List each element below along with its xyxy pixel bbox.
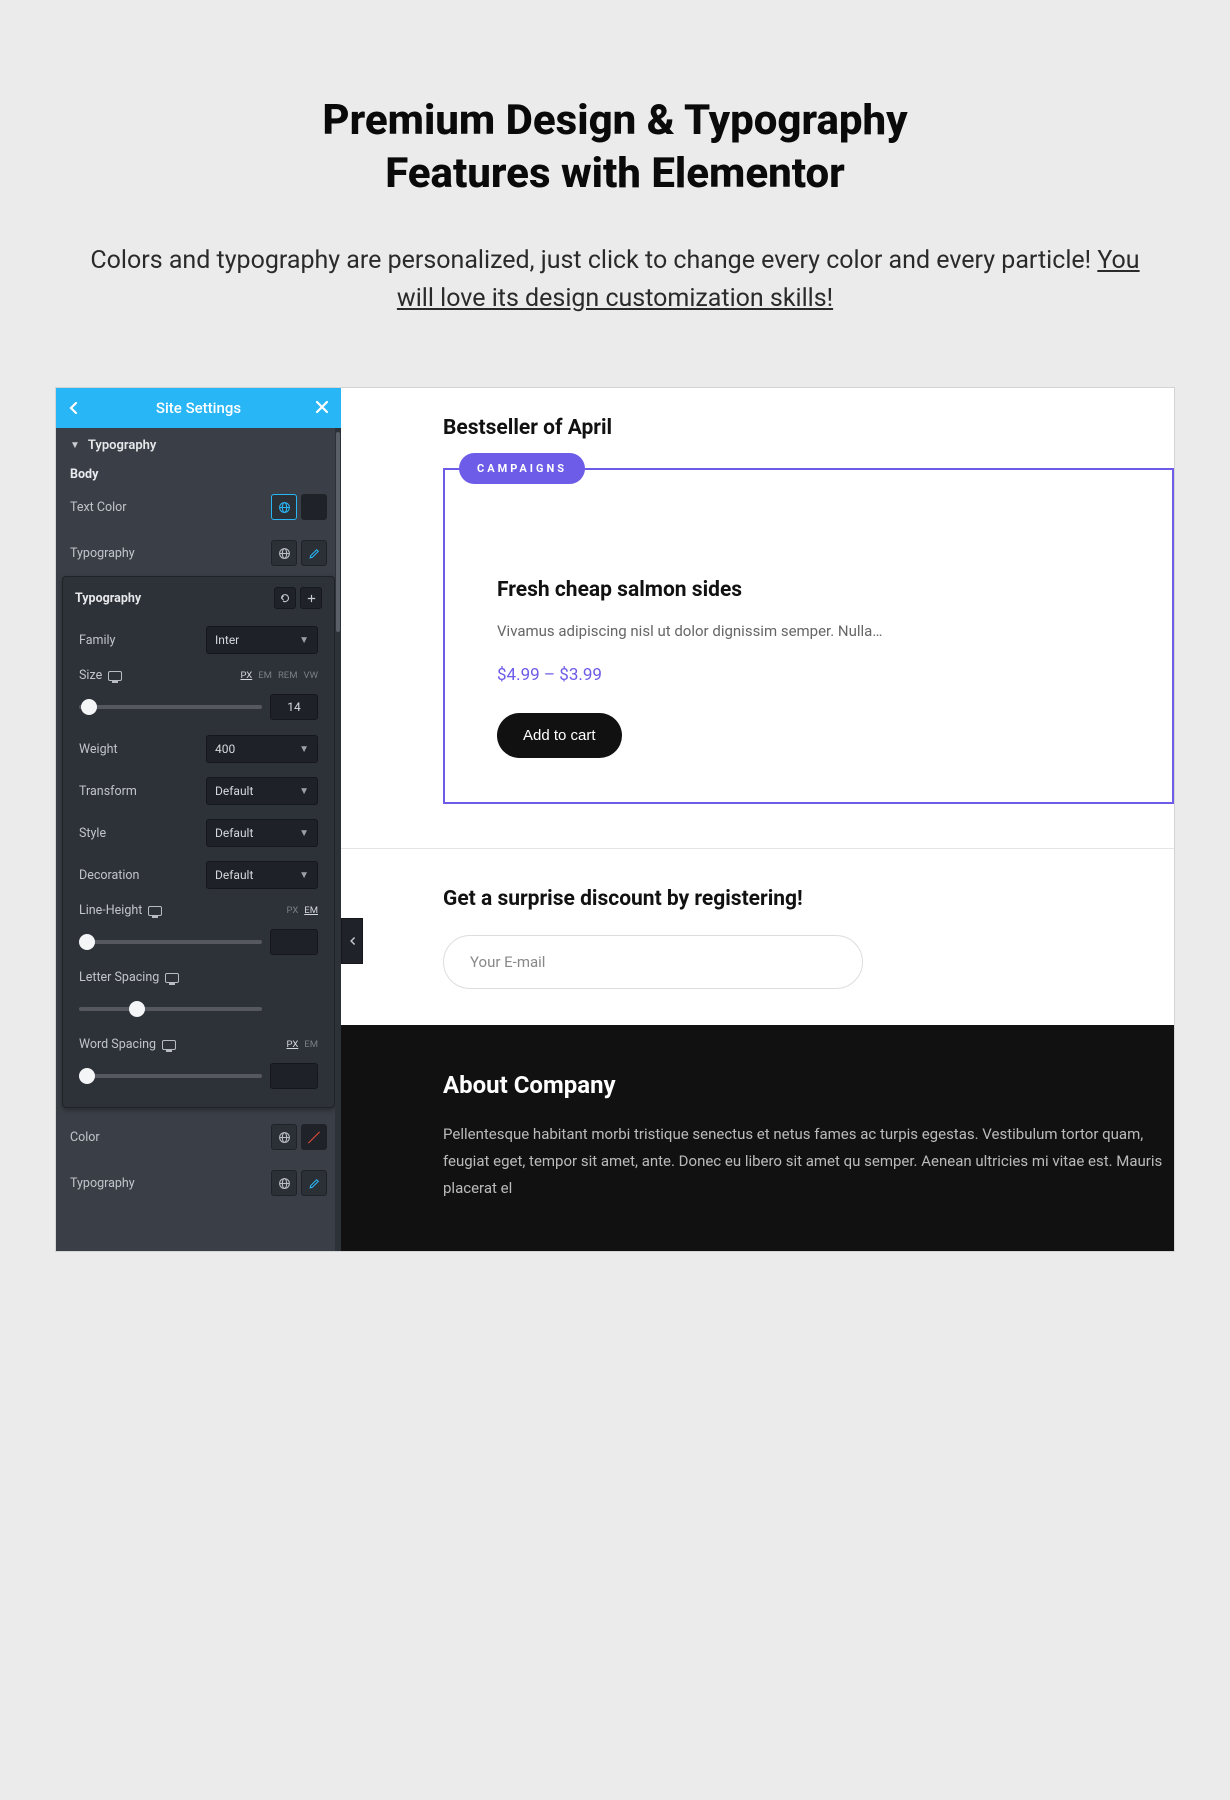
decoration-label: Decoration	[79, 868, 196, 883]
text-color-label: Text Color	[70, 500, 271, 515]
weight-label: Weight	[79, 742, 196, 757]
responsive-icon[interactable]	[165, 973, 179, 983]
email-input[interactable]: Your E-mail	[443, 935, 863, 989]
typography-popover: Typography Family Inter▼	[62, 576, 335, 1108]
hero-section: Premium Design & Typography Features wit…	[0, 0, 1230, 357]
responsive-icon[interactable]	[162, 1040, 176, 1050]
globe-icon	[278, 1177, 291, 1190]
panel-scrollbar[interactable]	[335, 428, 341, 1251]
word-spacing-label: Word Spacing	[79, 1037, 276, 1052]
section-typography-label: Typography	[88, 438, 157, 453]
newsletter-section: Get a surprise discount by registering! …	[443, 849, 1174, 989]
edit-typography-button[interactable]	[301, 540, 327, 566]
global-typography-button-2[interactable]	[271, 1170, 297, 1196]
section-typography-toggle[interactable]: ▼ Typography	[56, 428, 341, 463]
globe-icon	[278, 501, 291, 514]
pencil-icon	[308, 1177, 321, 1190]
size-label: Size	[79, 668, 230, 683]
line-height-slider[interactable]	[79, 940, 262, 944]
global-color-button[interactable]	[271, 494, 297, 520]
size-input[interactable]: 14	[270, 694, 318, 720]
chevron-left-icon	[349, 936, 356, 946]
campaigns-badge: CAMPAIGNS	[459, 453, 585, 484]
global-typography-button[interactable]	[271, 540, 297, 566]
word-spacing-units[interactable]: PX EM	[286, 1039, 318, 1050]
responsive-icon[interactable]	[108, 671, 122, 681]
reset-button[interactable]	[274, 587, 296, 609]
panel-title: Site Settings	[90, 399, 307, 417]
family-select[interactable]: Inter▼	[206, 626, 318, 654]
product-card: CAMPAIGNS Fresh cheap salmon sides Vivam…	[443, 468, 1174, 804]
pencil-icon	[308, 547, 321, 560]
panel-header: Site Settings	[56, 388, 341, 428]
chevron-left-icon	[68, 401, 78, 415]
responsive-icon[interactable]	[148, 906, 162, 916]
transform-select[interactable]: Default▼	[206, 777, 318, 805]
product-description: Vivamus adipiscing nisl ut dolor digniss…	[497, 620, 1120, 643]
word-spacing-input[interactable]	[270, 1063, 318, 1089]
body-group-label: Body	[56, 463, 341, 484]
newsletter-heading: Get a surprise discount by registering!	[443, 887, 1174, 911]
size-units[interactable]: PX EM REM VW	[240, 670, 318, 681]
globe-icon	[278, 1131, 291, 1144]
caret-down-icon: ▼	[70, 440, 80, 451]
close-button[interactable]	[307, 398, 329, 419]
size-slider[interactable]	[79, 705, 262, 709]
globe-icon	[278, 547, 291, 560]
edit-typography-button-2[interactable]	[301, 1170, 327, 1196]
decoration-select[interactable]: Default▼	[206, 861, 318, 889]
back-button[interactable]	[68, 401, 90, 415]
bestseller-heading: Bestseller of April	[443, 416, 1174, 440]
footer: About Company Pellentesque habitant morb…	[341, 1025, 1174, 1251]
app-window: Site Settings ▼ Typography Body Text Col…	[55, 387, 1175, 1252]
typography2-row: Typography	[56, 1160, 341, 1206]
footer-heading: About Company	[443, 1071, 1174, 1099]
word-spacing-slider[interactable]	[79, 1074, 262, 1078]
line-height-label: Line-Height	[79, 903, 276, 918]
undo-icon	[279, 592, 291, 604]
footer-text: Pellentesque habitant morbi tristique se…	[443, 1121, 1174, 1202]
global-color-button-2[interactable]	[271, 1124, 297, 1150]
letter-spacing-label: Letter Spacing	[79, 970, 318, 985]
line-height-units[interactable]: PX EM	[286, 905, 318, 916]
weight-select[interactable]: 400▼	[206, 735, 318, 763]
hero-description: Colors and typography are personalized, …	[80, 242, 1150, 317]
add-button[interactable]	[300, 587, 322, 609]
letter-spacing-slider[interactable]	[79, 1007, 262, 1011]
typography-popover-title: Typography	[75, 591, 270, 606]
color-swatch-none[interactable]	[301, 1124, 327, 1150]
family-label: Family	[79, 633, 196, 648]
line-height-input[interactable]	[270, 929, 318, 955]
preview-canvas: Bestseller of April CAMPAIGNS Fresh chea…	[341, 388, 1174, 1251]
color-swatch[interactable]	[301, 494, 327, 520]
color-label: Color	[70, 1130, 271, 1145]
close-icon	[315, 400, 329, 414]
typography-row: Typography	[56, 530, 341, 576]
hero-title: Premium Design & Typography Features wit…	[80, 95, 1150, 200]
style-select[interactable]: Default▼	[206, 819, 318, 847]
add-to-cart-button[interactable]: Add to cart	[497, 713, 622, 758]
transform-label: Transform	[79, 784, 196, 799]
product-title: Fresh cheap salmon sides	[497, 578, 1120, 602]
typography-label: Typography	[70, 546, 271, 561]
text-color-row: Text Color	[56, 484, 341, 530]
elementor-panel: Site Settings ▼ Typography Body Text Col…	[56, 388, 341, 1251]
typography2-label: Typography	[70, 1176, 271, 1191]
color-row: Color	[56, 1114, 341, 1160]
plus-icon	[306, 593, 317, 604]
collapse-panel-tab[interactable]	[341, 918, 363, 964]
style-label: Style	[79, 826, 196, 841]
product-price: $4.99 – $3.99	[497, 665, 1120, 685]
